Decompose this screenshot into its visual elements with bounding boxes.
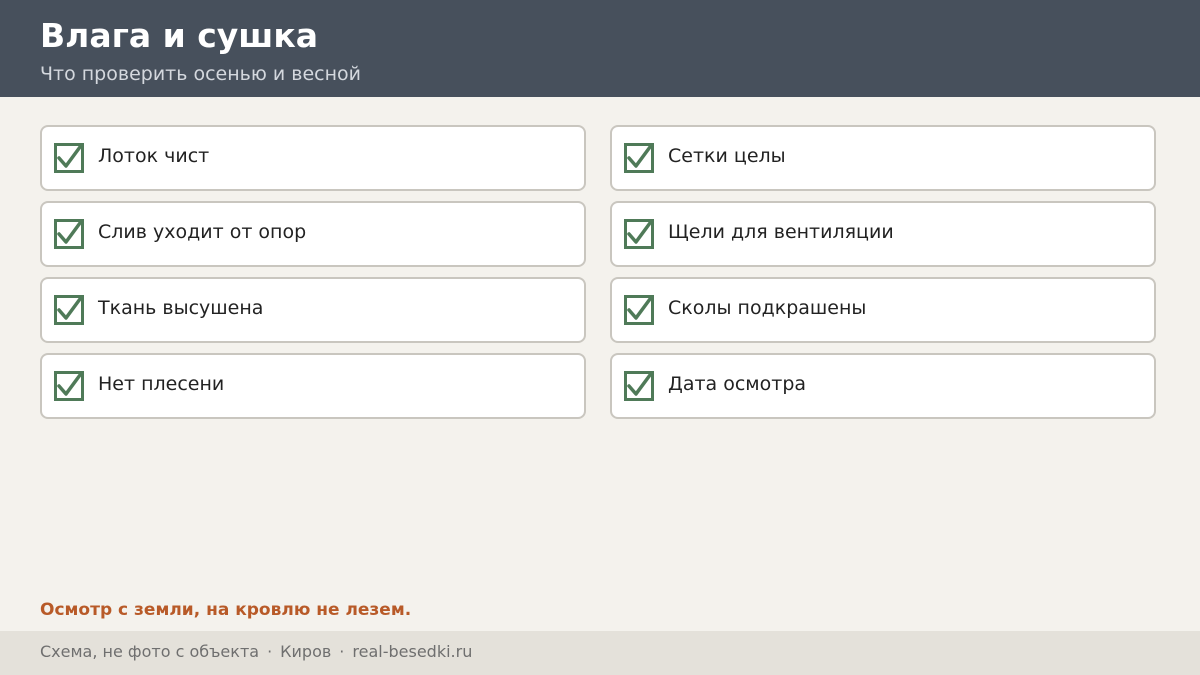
page-subtitle: Что проверить осенью и весной [40,63,361,85]
checklist-item[interactable]: Лоток чист [40,125,586,191]
footer-text: Схема, не фото с объекта · Киров · real-bese… [40,641,472,663]
checklist-item-label: Слив уходит от опор [98,221,307,243]
checkbox-checked-icon[interactable] [54,295,84,325]
footer-separator: · [339,642,345,661]
checklist-item[interactable]: Сетки целы [610,125,1156,191]
checklist-item-label: Нет плесени [98,373,225,395]
footer-separator: · [267,642,273,661]
checklist-item-label: Дата осмотра [668,373,807,395]
checklist-item-label: Сколы подкрашены [668,297,867,319]
checklist-item[interactable]: Ткань высушена [40,277,586,343]
footer: Схема, не фото с объекта · Киров · real-bese… [0,631,1200,675]
checkbox-checked-icon[interactable] [54,143,84,173]
checklist-item-label: Лоток чист [98,145,210,167]
safety-note: Осмотр с земли, на кровлю не лезем. [40,600,412,620]
checkbox-checked-icon[interactable] [624,219,654,249]
checkbox-checked-icon[interactable] [54,371,84,401]
checklist-item[interactable]: Нет плесени [40,353,586,419]
footer-caption: Схема, не фото с объекта [40,642,260,661]
checklist-item-label: Ткань высушена [98,297,264,319]
checklist-item[interactable]: Щели для вентиляции [610,201,1156,267]
checkbox-checked-icon[interactable] [624,295,654,325]
footer-city: Киров [280,642,332,661]
checklist-item[interactable]: Сколы подкрашены [610,277,1156,343]
footer-site-link[interactable]: real-besedki.ru [352,642,472,661]
checklist-item-label: Щели для вентиляции [668,221,894,243]
checkbox-checked-icon[interactable] [624,143,654,173]
checklist-item-label: Сетки целы [668,145,786,167]
checklist-item[interactable]: Слив уходит от опор [40,201,586,267]
checkbox-checked-icon[interactable] [54,219,84,249]
checklist: Лоток чист Сетки целы Слив уходит от опо… [40,125,1156,419]
header: Влага и сушка Что проверить осенью и вес… [0,0,1200,97]
checklist-item[interactable]: Дата осмотра [610,353,1156,419]
page-title: Влага и сушка [40,16,318,55]
checkbox-checked-icon[interactable] [624,371,654,401]
